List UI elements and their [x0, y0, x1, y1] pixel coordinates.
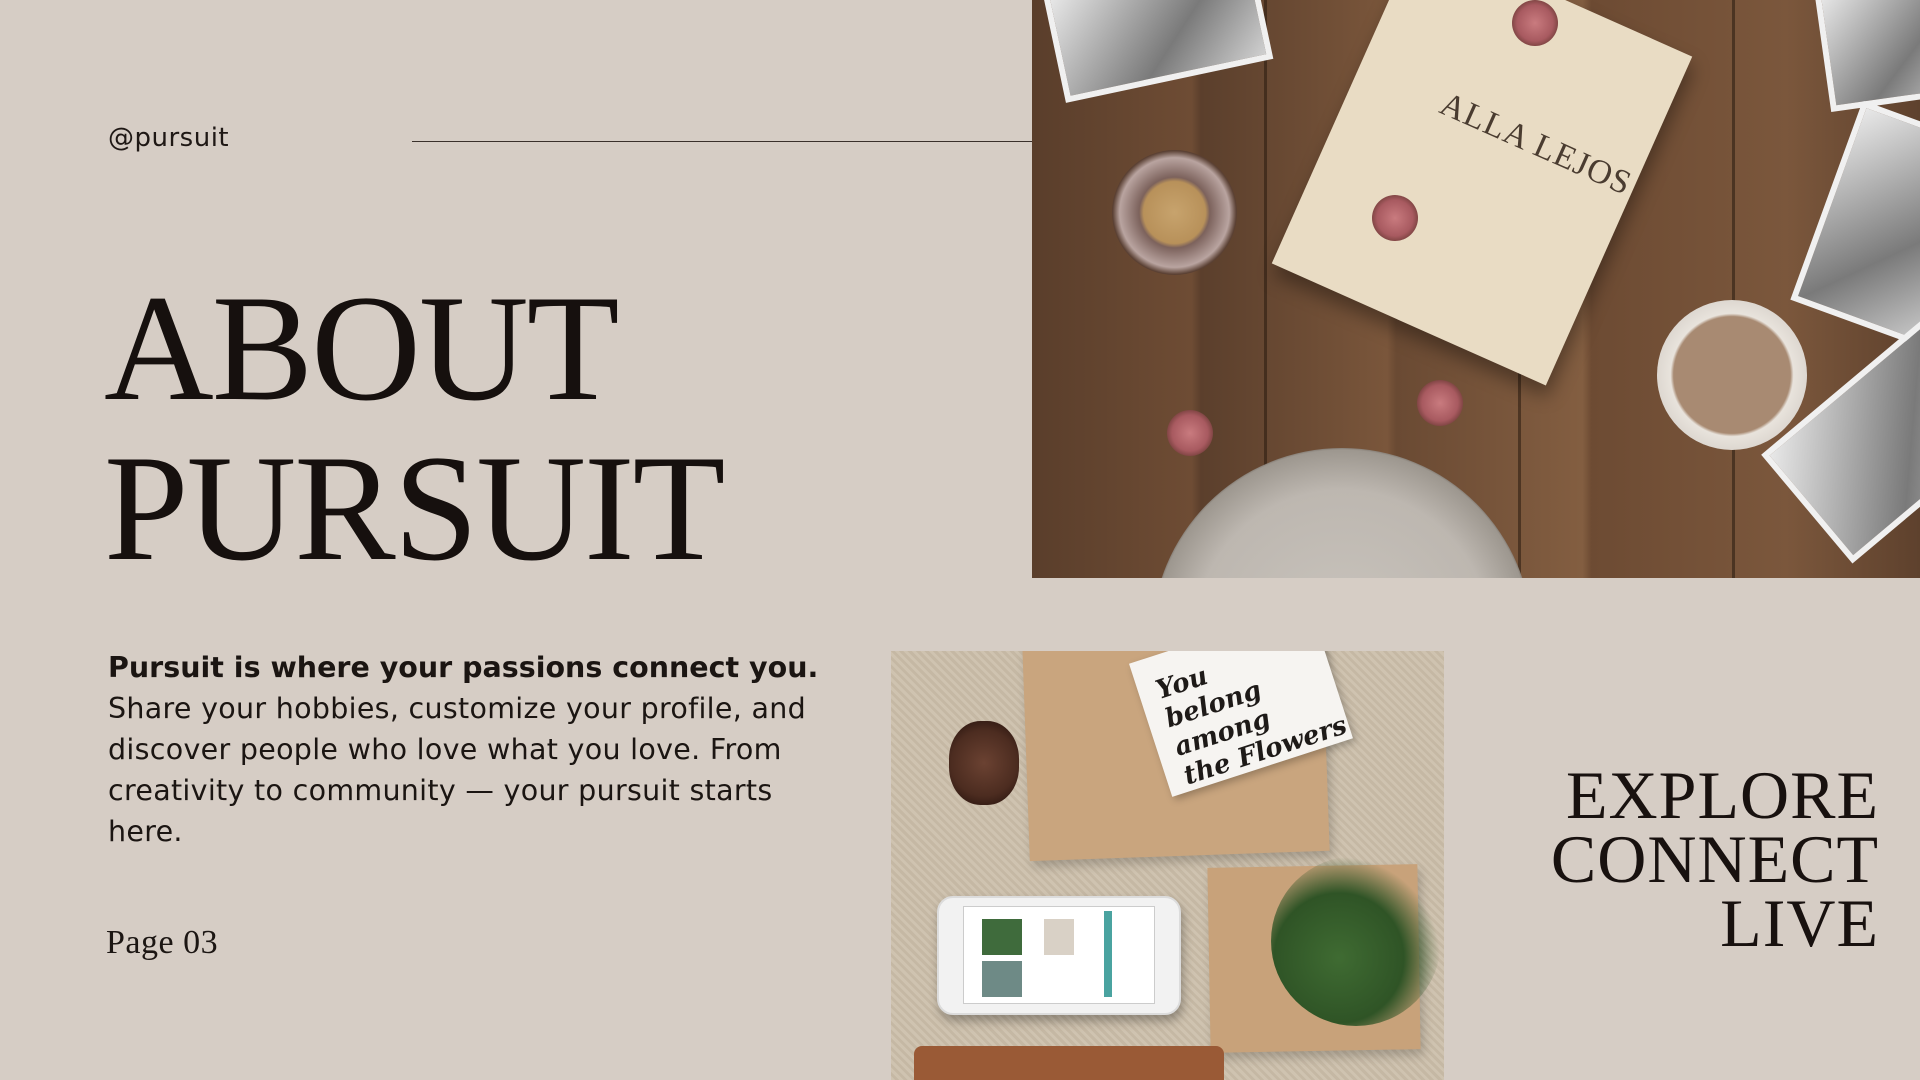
- wood-seam: [1732, 0, 1735, 578]
- book-title: ALLA LEJOS: [1434, 85, 1638, 203]
- vintage-photo: [1814, 0, 1920, 112]
- description-body: Share your hobbies, customize your profi…: [108, 692, 806, 848]
- phone-screen: [963, 906, 1155, 1004]
- description: Pursuit is where your passions connect y…: [108, 647, 828, 852]
- title-line-2: PURSUIT: [104, 424, 725, 592]
- tagline-live: LIVE: [1720, 885, 1879, 961]
- plate: [1152, 448, 1532, 578]
- leather-roll: [914, 1046, 1224, 1080]
- vintage-photo: [1042, 0, 1274, 103]
- fern-bouquet: [1271, 856, 1441, 1026]
- description-lead: Pursuit is where your passions connect y…: [108, 651, 819, 684]
- photo-envelopes-phone: You belong among the Flowers: [891, 651, 1444, 1080]
- bowl: [1112, 150, 1237, 275]
- dried-flower: [1417, 380, 1463, 426]
- book: ALLA LEJOS: [1271, 0, 1693, 386]
- screen-accent-bar: [1104, 911, 1112, 997]
- tagline-explore: EXPLORE: [1566, 757, 1879, 833]
- tagline-connect: CONNECT: [1550, 821, 1879, 897]
- pine-cone: [949, 721, 1019, 805]
- screen-thumbnail: [982, 961, 1022, 997]
- tagline: EXPLORE CONNECT LIVE: [1550, 757, 1879, 961]
- dried-flower: [1512, 0, 1558, 46]
- dried-flower: [1167, 410, 1213, 456]
- dried-flower: [1372, 195, 1418, 241]
- header-divider: [412, 141, 1032, 142]
- title-line-1: ABOUT: [104, 264, 620, 432]
- vintage-photo: [1790, 100, 1920, 352]
- screen-thumbnail: [982, 919, 1022, 955]
- photo-table-flatlay: ALLA LEJOS: [1032, 0, 1920, 578]
- page-number: Page 03: [106, 924, 219, 961]
- page-title: ABOUT PURSUIT: [104, 264, 725, 592]
- coffee-cup: [1657, 300, 1807, 450]
- brand-handle: @pursuit: [108, 123, 230, 153]
- smartphone: [937, 896, 1181, 1015]
- screen-thumbnail: [1044, 919, 1074, 955]
